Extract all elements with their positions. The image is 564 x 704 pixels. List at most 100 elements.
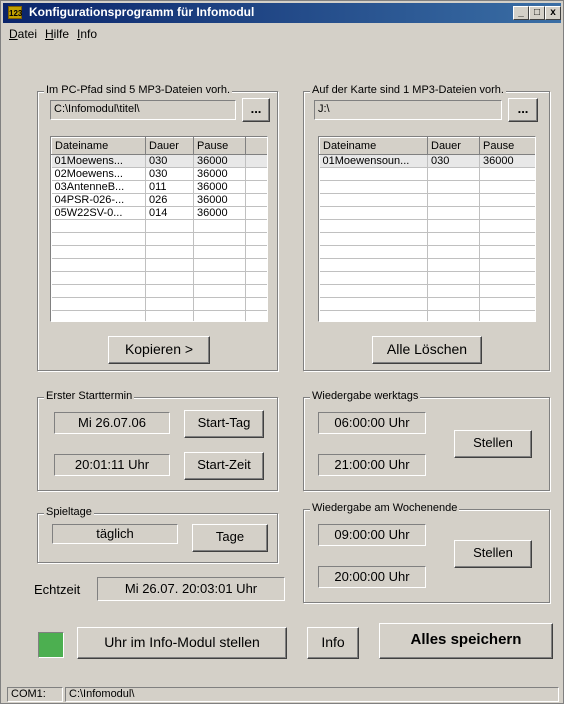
table-cell: 026 bbox=[145, 193, 194, 207]
table-row[interactable] bbox=[51, 284, 267, 298]
table-row[interactable] bbox=[319, 206, 535, 220]
save-all-button[interactable]: Alles speichern bbox=[379, 623, 553, 659]
table-row[interactable] bbox=[319, 284, 535, 298]
table-cell bbox=[479, 206, 535, 220]
table-cell bbox=[245, 154, 267, 168]
table-row[interactable]: 01Moewens... 030 36000 bbox=[51, 154, 267, 168]
pc-path-field[interactable]: C:\Infomodul\titel\ bbox=[50, 100, 236, 120]
table-cell: 02Moewens... bbox=[51, 167, 146, 181]
table-row[interactable] bbox=[319, 180, 535, 194]
table-row[interactable] bbox=[51, 258, 267, 272]
table-row[interactable] bbox=[319, 219, 535, 233]
maximize-button[interactable]: □ bbox=[529, 6, 545, 20]
playdays-group-title: Spieltage bbox=[44, 506, 94, 518]
card-files-group-title: Auf der Karte sind 1 MP3-Dateien vorh. bbox=[310, 84, 506, 96]
column-header-pause[interactable]: Pause bbox=[193, 137, 246, 155]
table-cell bbox=[51, 219, 146, 233]
pc-files-table[interactable]: Dateiname Dauer Pause 01Moewens... 030 360… bbox=[50, 136, 268, 322]
table-cell bbox=[479, 180, 535, 194]
table-cell bbox=[479, 193, 535, 207]
title-bar[interactable]: 123 Konfigurationsprogramm für Infomodul… bbox=[3, 3, 561, 23]
start-time-button[interactable]: Start-Zeit bbox=[184, 452, 264, 480]
table-cell bbox=[479, 297, 535, 311]
start-day-button[interactable]: Start-Tag bbox=[184, 410, 264, 438]
table-cell bbox=[427, 180, 480, 194]
table-cell bbox=[319, 219, 428, 233]
table-cell bbox=[245, 206, 267, 220]
card-path-field[interactable]: J:\ bbox=[314, 100, 502, 120]
table-row[interactable] bbox=[51, 245, 267, 259]
app-icon[interactable]: 123 bbox=[8, 6, 22, 19]
table-cell bbox=[51, 245, 146, 259]
weekend-set-button[interactable]: Stellen bbox=[454, 540, 532, 568]
minimize-button[interactable]: _ bbox=[513, 6, 529, 20]
set-module-clock-button[interactable]: Uhr im Info-Modul stellen bbox=[77, 627, 287, 659]
table-row[interactable] bbox=[319, 258, 535, 272]
menu-datei[interactable]: Datei bbox=[9, 27, 37, 41]
table-row[interactable] bbox=[319, 193, 535, 207]
table-row[interactable]: 03AntenneB... 011 36000 bbox=[51, 180, 267, 194]
status-path: C:\Infomodul\ bbox=[65, 687, 559, 702]
table-cell bbox=[319, 297, 428, 311]
weekend-from-display: 09:00:00 Uhr bbox=[318, 524, 426, 546]
table-row[interactable] bbox=[51, 297, 267, 311]
table-cell bbox=[245, 245, 267, 259]
table-cell bbox=[319, 310, 428, 321]
table-row[interactable]: 02Moewens... 030 36000 bbox=[51, 167, 267, 181]
table-cell bbox=[479, 219, 535, 233]
info-button[interactable]: Info bbox=[307, 627, 359, 659]
table-row[interactable] bbox=[51, 219, 267, 233]
table-cell bbox=[479, 167, 535, 181]
table-row[interactable] bbox=[51, 271, 267, 285]
table-row[interactable] bbox=[319, 297, 535, 311]
table-cell bbox=[427, 258, 480, 272]
table-cell bbox=[245, 310, 267, 321]
table-row[interactable] bbox=[319, 271, 535, 285]
delete-all-button[interactable]: Alle Löschen bbox=[372, 336, 482, 364]
pc-files-group-title: Im PC-Pfad sind 5 MP3-Dateien vorh. bbox=[44, 84, 233, 96]
card-browse-button[interactable]: ... bbox=[508, 98, 538, 122]
column-header-name[interactable]: Dateiname bbox=[51, 137, 146, 155]
pc-browse-button[interactable]: ... bbox=[242, 98, 270, 122]
table-cell bbox=[319, 193, 428, 207]
table-cell bbox=[51, 271, 146, 285]
table-row[interactable] bbox=[319, 310, 535, 321]
status-port: COM1: bbox=[7, 687, 63, 702]
card-files-table[interactable]: Dateiname Dauer Pause 01Moewensoun... 030… bbox=[318, 136, 536, 322]
column-header-pause[interactable]: Pause bbox=[479, 137, 535, 155]
table-cell bbox=[319, 271, 428, 285]
weekday-playback-group-title: Wiedergabe werktags bbox=[310, 390, 421, 402]
table-cell bbox=[245, 297, 267, 311]
playdays-group: Spieltage täglich Tage bbox=[37, 506, 278, 563]
menu-hilfe[interactable]: Hilfe bbox=[45, 27, 69, 41]
table-cell bbox=[245, 232, 267, 246]
table-cell bbox=[245, 284, 267, 298]
playdays-button[interactable]: Tage bbox=[192, 524, 268, 552]
table-cell bbox=[319, 180, 428, 194]
table-row[interactable] bbox=[51, 310, 267, 321]
column-header-duration[interactable]: Dauer bbox=[427, 137, 480, 155]
table-row[interactable]: 01Moewensoun... 030 36000 bbox=[319, 154, 535, 168]
table-row[interactable] bbox=[319, 167, 535, 181]
table-cell bbox=[193, 219, 246, 233]
table-cell bbox=[145, 232, 194, 246]
table-cell bbox=[245, 167, 267, 181]
table-row[interactable] bbox=[51, 232, 267, 246]
close-button[interactable]: x bbox=[545, 6, 561, 20]
table-cell bbox=[145, 245, 194, 259]
table-cell: 01Moewensoun... bbox=[319, 154, 428, 168]
column-header-name[interactable]: Dateiname bbox=[319, 137, 428, 155]
weekday-to-display: 21:00:00 Uhr bbox=[318, 454, 426, 476]
weekday-set-button[interactable]: Stellen bbox=[454, 430, 532, 458]
table-cell bbox=[245, 193, 267, 207]
table-cell: 36000 bbox=[193, 154, 246, 168]
table-row[interactable]: 04PSR-026-... 026 36000 bbox=[51, 193, 267, 207]
table-row[interactable]: 05W22SV-0... 014 36000 bbox=[51, 206, 267, 220]
menu-info[interactable]: Info bbox=[77, 27, 97, 41]
table-row[interactable] bbox=[319, 232, 535, 246]
table-row[interactable] bbox=[319, 245, 535, 259]
playdays-display: täglich bbox=[52, 524, 178, 544]
table-cell bbox=[427, 206, 480, 220]
copy-button[interactable]: Kopieren > bbox=[108, 336, 210, 364]
column-header-duration[interactable]: Dauer bbox=[145, 137, 194, 155]
